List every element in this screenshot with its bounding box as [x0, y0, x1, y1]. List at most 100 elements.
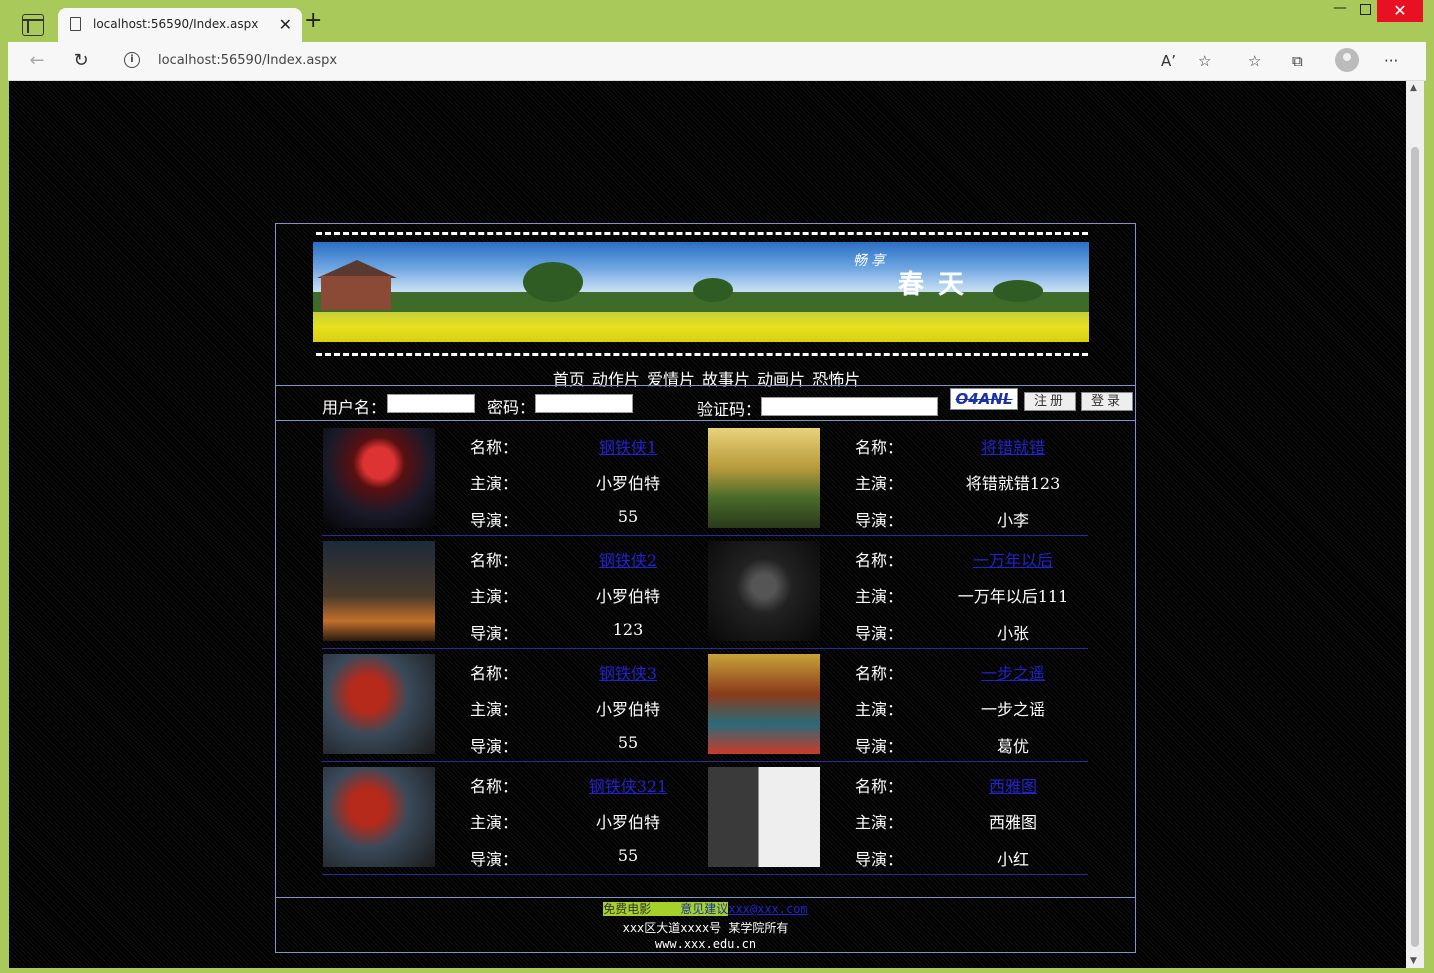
menu-horror[interactable]: 恐怖片 — [812, 370, 860, 389]
footer-email[interactable]: xxx@xxx.com — [728, 902, 807, 916]
name-label: 名称： — [855, 777, 904, 796]
tab-bar: localhost:56590/Index.aspx ✕ + — ✕ — [8, 0, 1426, 42]
add-favorite-icon[interactable]: ☆ — [1198, 52, 1211, 70]
footer-links: 免费电影 意见建议xxx@xxx.com — [276, 900, 1135, 917]
actor-label: 主演： — [855, 587, 904, 606]
movie-name-link[interactable]: 一万年以后 — [923, 547, 1103, 571]
profile-avatar[interactable] — [1335, 48, 1359, 72]
register-button[interactable]: 注册 — [1024, 392, 1076, 411]
menu-home[interactable]: 首页 — [553, 370, 585, 389]
password-input[interactable] — [535, 394, 633, 413]
movie-poster[interactable] — [708, 541, 820, 641]
login-button[interactable]: 登录 — [1081, 392, 1133, 411]
page-icon — [70, 17, 81, 31]
movie-name-link[interactable]: 钢铁侠2 — [538, 547, 718, 571]
director-label: 导演： — [470, 737, 519, 756]
movie-card: 名称： 将错就错 主演： 将错就错123 导演： 小李 — [708, 428, 1093, 530]
favorites-icon[interactable]: ☆ — [1248, 52, 1261, 70]
url-text[interactable]: localhost:56590/Index.aspx — [158, 53, 337, 68]
director-label: 导演： — [855, 511, 904, 530]
movie-director: 55 — [617, 846, 639, 865]
scroll-down-icon[interactable]: ▼ — [1410, 956, 1417, 966]
collections-icon[interactable]: ⧉ — [1292, 52, 1303, 70]
minimize-icon[interactable]: — — [1330, 0, 1350, 20]
actor-label: 主演： — [855, 474, 904, 493]
row-divider — [322, 535, 1088, 536]
row-divider — [322, 874, 1088, 875]
movie-actor: 将错就错123 — [965, 474, 1061, 493]
movie-director: 55 — [617, 507, 639, 526]
more-menu-icon[interactable]: ··· — [1384, 52, 1398, 70]
movie-name-link[interactable]: 钢铁侠3 — [538, 660, 718, 684]
actor-label: 主演： — [470, 587, 519, 606]
name-label: 名称： — [470, 551, 519, 570]
nav-menu: 首页 动作片 爱情片 故事片 动画片 恐怖片 — [276, 366, 1137, 390]
movie-actor: 一步之谣 — [980, 700, 1045, 719]
movie-poster[interactable] — [708, 654, 820, 754]
movie-name-link[interactable]: 西雅图 — [923, 773, 1103, 797]
password-label: 密码： — [487, 398, 536, 417]
footer-free-movie[interactable]: 免费电影 — [603, 902, 652, 916]
page-scrollbar[interactable]: ▲ ▼ — [1406, 81, 1424, 968]
back-icon[interactable]: ← — [26, 50, 48, 72]
scroll-thumb[interactable] — [1411, 147, 1419, 947]
movie-actor: 小罗伯特 — [595, 474, 660, 493]
maximize-icon[interactable] — [1358, 2, 1372, 16]
reload-icon[interactable]: ↻ — [70, 50, 92, 72]
name-label: 名称： — [855, 551, 904, 570]
movie-director: 小张 — [996, 624, 1029, 643]
name-label: 名称： — [855, 664, 904, 683]
footer-site: www.xxx.edu.cn — [654, 937, 757, 951]
page-viewport: 畅享 春天 首页 动作片 爱情片 故事片 动画片 恐怖片 用户名： 密码： 验证… — [9, 81, 1406, 968]
browser-window: localhost:56590/Index.aspx ✕ + — ✕ ← ↻ i… — [8, 0, 1426, 968]
movie-director: 小红 — [996, 850, 1029, 869]
scroll-up-icon[interactable]: ▲ — [1410, 83, 1417, 93]
movie-name-link[interactable]: 将错就错 — [923, 434, 1103, 458]
menu-animation[interactable]: 动画片 — [757, 370, 805, 389]
movie-card: 名称： 钢铁侠321 主演： 小罗伯特 导演： 55 — [323, 767, 708, 869]
movie-actor: 小罗伯特 — [595, 587, 660, 606]
footer-address: xxx区大道xxxx号 某学院所有 — [622, 921, 789, 935]
movie-name-link[interactable]: 一步之遥 — [923, 660, 1103, 684]
banner-small-text: 畅享 — [853, 253, 889, 269]
movie-name-link[interactable]: 钢铁侠1 — [538, 434, 718, 458]
address-bar[interactable]: i localhost:56590/Index.aspx — [112, 46, 1152, 76]
director-label: 导演： — [855, 850, 904, 869]
new-tab-icon[interactable]: + — [304, 10, 322, 32]
movie-card: 名称： 钢铁侠3 主演： 小罗伯特 导演： 55 — [323, 654, 708, 756]
director-label: 导演： — [470, 624, 519, 643]
movie-poster[interactable] — [708, 428, 820, 528]
movie-poster[interactable] — [323, 767, 435, 867]
captcha-input[interactable] — [761, 397, 938, 416]
close-tab-icon[interactable]: ✕ — [279, 15, 292, 34]
read-aloud-icon[interactable]: Aʼ — [1161, 52, 1176, 70]
actor-label: 主演： — [855, 700, 904, 719]
director-label: 导演： — [470, 850, 519, 869]
movie-poster[interactable] — [708, 767, 820, 867]
browser-tab[interactable]: localhost:56590/Index.aspx ✕ — [58, 8, 302, 42]
browser-toolbar: ← ↻ i localhost:56590/Index.aspx Aʼ ☆ ☆ … — [8, 42, 1426, 81]
movie-actor: 西雅图 — [988, 813, 1037, 832]
movie-actor: 一万年以后111 — [957, 587, 1069, 606]
actor-label: 主演： — [470, 813, 519, 832]
director-label: 导演： — [470, 511, 519, 530]
movie-name-link[interactable]: 钢铁侠321 — [538, 773, 718, 797]
tab-title: localhost:56590/Index.aspx — [93, 17, 259, 31]
menu-story[interactable]: 故事片 — [702, 370, 750, 389]
footer-feedback[interactable]: 意见建议 — [680, 902, 729, 916]
name-label: 名称： — [470, 777, 519, 796]
movie-poster[interactable] — [323, 428, 435, 528]
movie-poster[interactable] — [323, 541, 435, 641]
movie-poster[interactable] — [323, 654, 435, 754]
movie-card: 名称： 钢铁侠1 主演： 小罗伯特 导演： 55 — [323, 428, 708, 530]
tab-actions-icon[interactable] — [22, 14, 44, 36]
movie-actor: 小罗伯特 — [595, 700, 660, 719]
main-table: 畅享 春天 首页 动作片 爱情片 故事片 动画片 恐怖片 用户名： 密码： 验证… — [275, 223, 1136, 953]
captcha-image[interactable]: O4ANL — [950, 388, 1018, 410]
actor-label: 主演： — [470, 474, 519, 493]
menu-action[interactable]: 动作片 — [592, 370, 640, 389]
menu-romance[interactable]: 爱情片 — [647, 370, 695, 389]
username-input[interactable] — [387, 394, 475, 413]
close-window-icon[interactable]: ✕ — [1377, 0, 1423, 22]
info-icon[interactable]: i — [124, 52, 140, 68]
